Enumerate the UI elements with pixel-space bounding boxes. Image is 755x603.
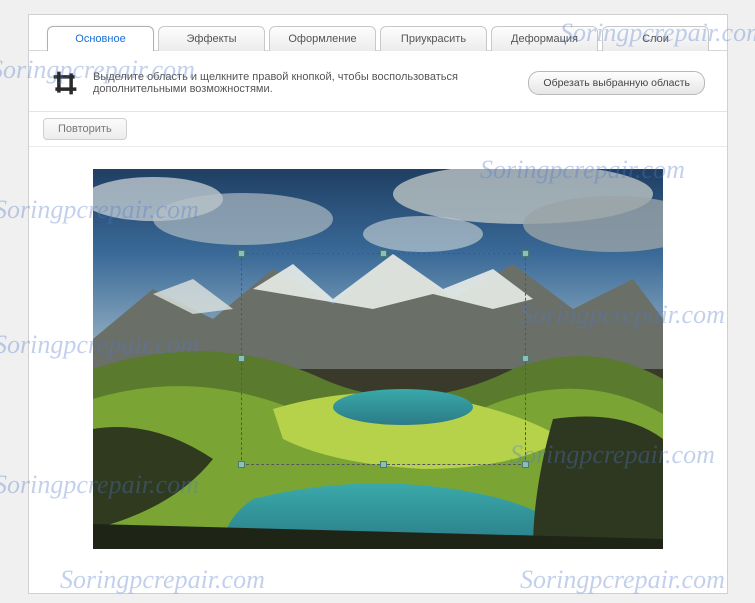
resize-handle-e[interactable] [522, 355, 529, 362]
resize-handle-ne[interactable] [522, 250, 529, 257]
resize-handle-nw[interactable] [238, 250, 245, 257]
toolbar: Выделите область и щелкните правой кнопк… [29, 51, 727, 112]
tab-decoration[interactable]: Оформление [269, 26, 376, 51]
canvas-area [29, 147, 727, 593]
tab-effects[interactable]: Эффекты [158, 26, 265, 51]
image-canvas[interactable] [93, 169, 663, 549]
crop-selection[interactable] [241, 253, 526, 466]
tab-deformation[interactable]: Деформация [491, 26, 598, 51]
secondary-toolbar: Повторить [29, 112, 727, 147]
crop-selection-button[interactable]: Обрезать выбранную область [528, 71, 705, 95]
repeat-button[interactable]: Повторить [43, 118, 127, 140]
app-frame: Основное Эффекты Оформление Приукрасить … [28, 14, 728, 594]
tab-bar: Основное Эффекты Оформление Приукрасить … [29, 15, 727, 51]
toolbar-hint: Выделите область и щелкните правой кнопк… [93, 71, 514, 95]
resize-handle-se[interactable] [522, 461, 529, 468]
resize-handle-n[interactable] [380, 250, 387, 257]
resize-handle-sw[interactable] [238, 461, 245, 468]
tab-basic[interactable]: Основное [47, 26, 154, 51]
resize-handle-s[interactable] [380, 461, 387, 468]
tab-beautify[interactable]: Приукрасить [380, 26, 487, 51]
crop-icon [51, 69, 79, 97]
resize-handle-w[interactable] [238, 355, 245, 362]
tab-layers[interactable]: Слои [602, 26, 709, 51]
